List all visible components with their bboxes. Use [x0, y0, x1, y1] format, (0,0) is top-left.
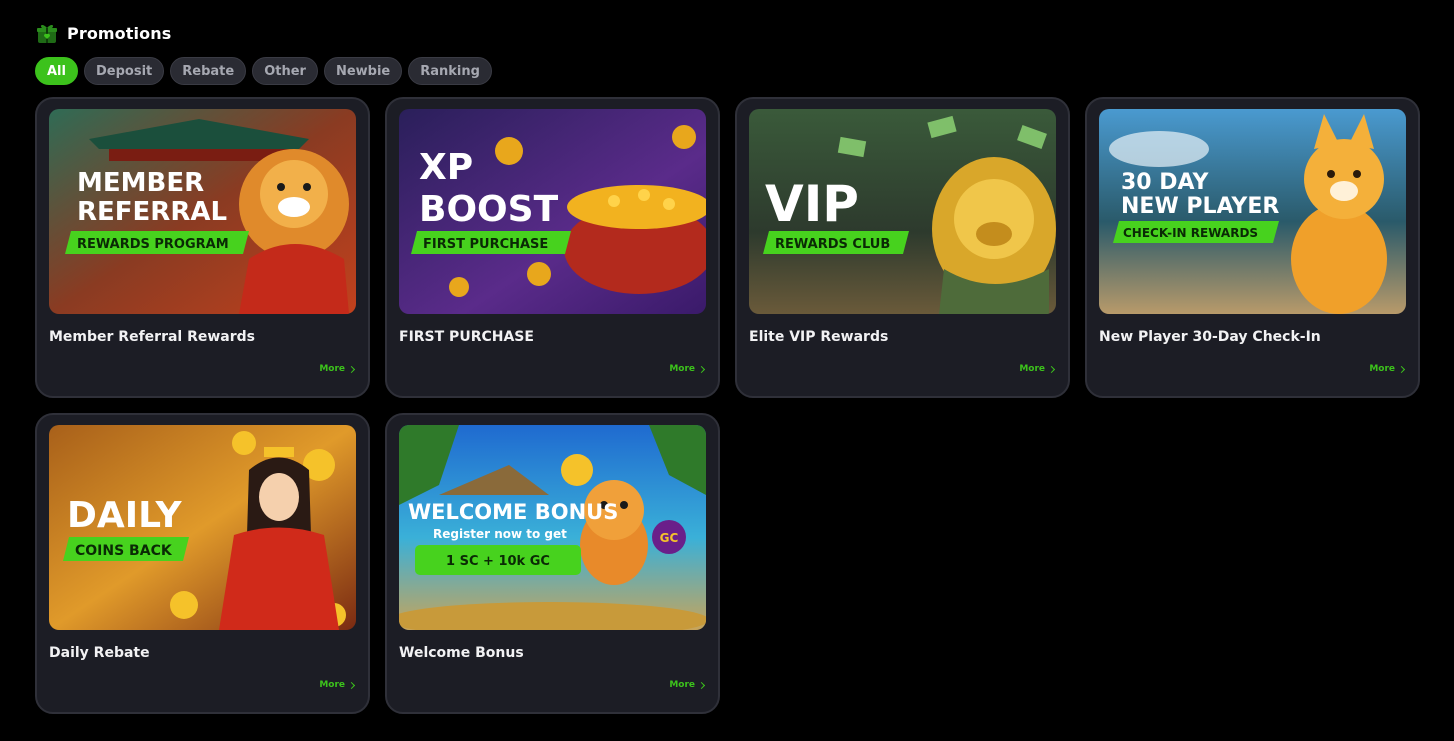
banner-tag: CHECK-IN REWARDS [1123, 226, 1258, 240]
more-label: More [1369, 364, 1395, 374]
banner-line1: VIP [765, 175, 859, 233]
gift-icon [36, 22, 58, 44]
filter-tabs: All Deposit Rebate Other Newbie Ranking [35, 57, 492, 85]
banner-tag: REWARDS CLUB [775, 237, 890, 252]
card-title: Member Referral Rewards [49, 329, 256, 345]
card-title: Daily Rebate [49, 645, 150, 661]
banner-tag: 1 SC + 10k GC [446, 554, 550, 569]
banner-line1: DAILY [67, 495, 182, 536]
filter-deposit[interactable]: Deposit [83, 57, 165, 85]
more-link[interactable]: More [669, 680, 706, 690]
card-title: Welcome Bonus [399, 645, 524, 661]
more-link[interactable]: More [1369, 364, 1406, 374]
more-link[interactable]: More [1019, 364, 1056, 374]
page-title: Promotions [67, 23, 172, 43]
promo-banner-image: MEMBER REFERRAL REWARDS PROGRAM [49, 109, 356, 314]
banner-line2: BOOST [419, 189, 559, 230]
more-link[interactable]: More [669, 364, 706, 374]
coin-badge: GC [660, 531, 679, 545]
chevron-right-icon [1047, 365, 1056, 373]
more-label: More [319, 680, 345, 690]
filter-all[interactable]: All [35, 57, 78, 85]
banner-tag: FIRST PURCHASE [423, 237, 548, 252]
chevron-right-icon [697, 365, 706, 373]
more-link[interactable]: More [319, 364, 356, 374]
promo-banner-image: GC WELCOME BONUS Register now to get 1 S… [399, 425, 706, 630]
card-title: New Player 30-Day Check-In [1099, 329, 1321, 345]
promotions-grid: MEMBER REFERRAL REWARDS PROGRAM Member R… [35, 97, 1420, 714]
promo-card-first-purchase[interactable]: XP BOOST FIRST PURCHASE FIRST PURCHASE M… [385, 97, 720, 398]
promotions-page: Promotions All Deposit Rebate Other Newb… [0, 0, 1454, 741]
more-label: More [319, 364, 345, 374]
promo-card-new-player-check-in[interactable]: 30 DAY NEW PLAYER CHECK-IN REWARDS New P… [1085, 97, 1420, 398]
more-link[interactable]: More [319, 680, 356, 690]
filter-newbie[interactable]: Newbie [323, 57, 403, 85]
promo-banner-image: XP BOOST FIRST PURCHASE [399, 109, 706, 314]
chevron-right-icon [1397, 365, 1406, 373]
filter-rebate[interactable]: Rebate [170, 57, 247, 85]
filter-other[interactable]: Other [252, 57, 318, 85]
banner-line1: XP [419, 147, 473, 188]
promo-card-elite-vip[interactable]: VIP REWARDS CLUB Elite VIP Rewards More [735, 97, 1070, 398]
more-label: More [1019, 364, 1045, 374]
banner-line2: NEW PLAYER [1121, 194, 1279, 219]
chevron-right-icon [697, 681, 706, 689]
promo-banner-image: 30 DAY NEW PLAYER CHECK-IN REWARDS [1099, 109, 1406, 314]
more-label: More [669, 680, 695, 690]
more-label: More [669, 364, 695, 374]
promo-card-welcome-bonus[interactable]: GC WELCOME BONUS Register now to get 1 S… [385, 413, 720, 714]
banner-line1: 30 DAY [1121, 170, 1209, 195]
banner-tag: COINS BACK [75, 543, 173, 559]
banner-tag: REWARDS PROGRAM [77, 237, 229, 252]
banner-line1: WELCOME BONUS [408, 500, 618, 524]
filter-ranking[interactable]: Ranking [408, 57, 492, 85]
promo-banner-image: VIP REWARDS CLUB [749, 109, 1056, 314]
card-title: Elite VIP Rewards [749, 329, 889, 345]
banner-line1: MEMBER [77, 168, 204, 198]
promotions-header: Promotions [36, 20, 171, 46]
promo-card-member-referral[interactable]: MEMBER REFERRAL REWARDS PROGRAM Member R… [35, 97, 370, 398]
card-title: FIRST PURCHASE [399, 329, 534, 345]
banner-line2: REFERRAL [77, 197, 227, 227]
promo-banner-image: DAILY COINS BACK [49, 425, 356, 630]
promo-card-daily-rebate[interactable]: DAILY COINS BACK Daily Rebate More [35, 413, 370, 714]
chevron-right-icon [347, 681, 356, 689]
chevron-right-icon [347, 365, 356, 373]
banner-line2: Register now to get [433, 527, 567, 541]
